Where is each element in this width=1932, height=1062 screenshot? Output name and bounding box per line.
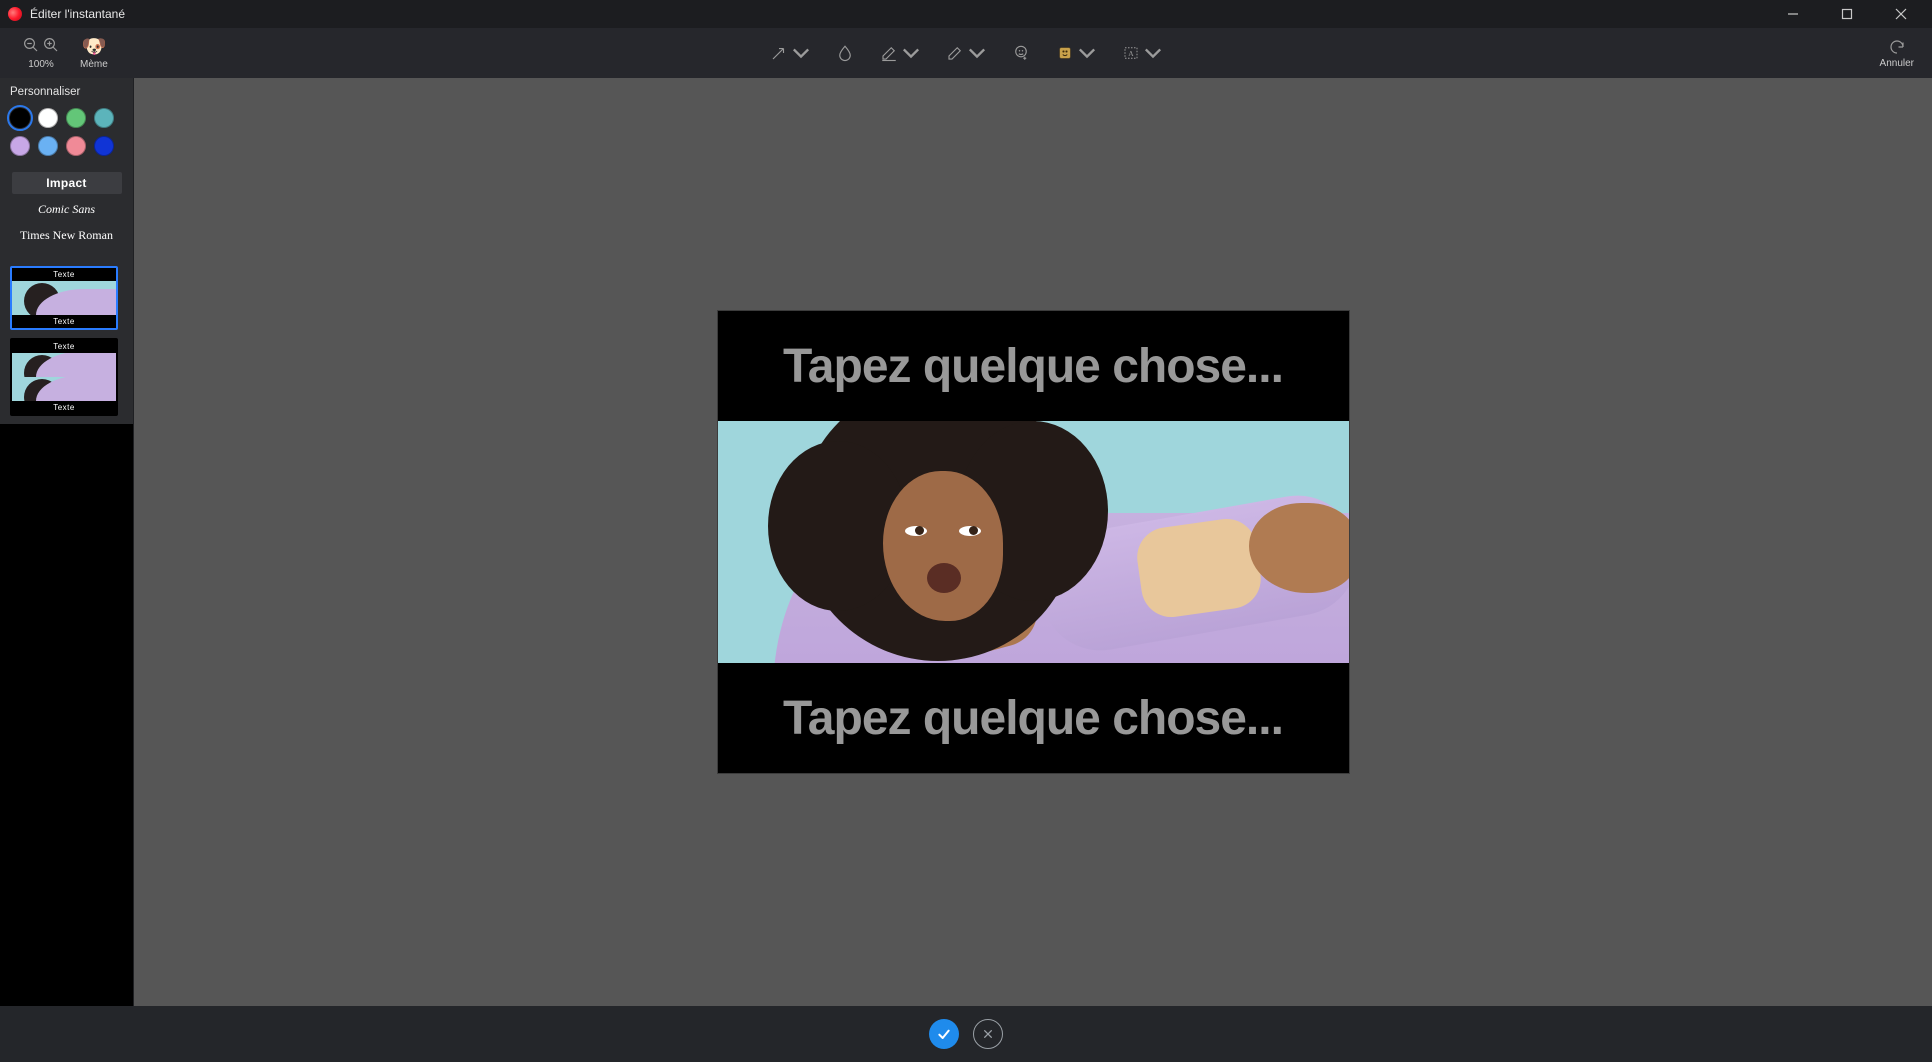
color-swatch-blue[interactable] bbox=[94, 136, 114, 156]
bottom-bar bbox=[0, 1006, 1932, 1062]
titlebar: Éditer l'instantané bbox=[0, 0, 1932, 28]
font-option-comic-sans[interactable]: Comic Sans bbox=[12, 198, 122, 220]
close-button[interactable] bbox=[1878, 0, 1924, 28]
meme-text-bottom[interactable]: Tapez quelque chose... bbox=[718, 663, 1349, 773]
font-option-times[interactable]: Times New Roman bbox=[12, 224, 122, 246]
layout-option-stacked[interactable]: Texte Texte bbox=[10, 338, 118, 416]
svg-text:A: A bbox=[1128, 49, 1134, 58]
color-swatch-lavender[interactable] bbox=[10, 136, 30, 156]
color-swatch-teal[interactable] bbox=[94, 108, 114, 128]
blur-tool[interactable] bbox=[836, 44, 854, 62]
cancel-button[interactable] bbox=[973, 1019, 1003, 1049]
color-swatch-lightblue[interactable] bbox=[38, 136, 58, 156]
undo-group[interactable]: Annuler bbox=[1880, 38, 1932, 69]
doge-icon: 🐶 bbox=[81, 37, 106, 57]
confirm-button[interactable] bbox=[929, 1019, 959, 1049]
meme-canvas[interactable]: Tapez quelque chose... Tapez quelque cho… bbox=[718, 311, 1349, 773]
meme-label: Mème bbox=[80, 59, 108, 70]
font-list: Impact Comic Sans Times New Roman bbox=[0, 160, 133, 258]
color-swatch-white[interactable] bbox=[38, 108, 58, 128]
layout-list: Texte Texte Texte Texte bbox=[0, 258, 133, 424]
selfie-tool[interactable] bbox=[1012, 44, 1030, 62]
layout-text-top: Texte bbox=[12, 268, 116, 281]
color-row-1 bbox=[0, 104, 133, 132]
toolbar: 100% 🐶 Mème A bbox=[0, 28, 1932, 78]
layout-text-top: Texte bbox=[12, 340, 116, 353]
zoom-group: 100% bbox=[16, 28, 66, 78]
layout-option-top-bottom[interactable]: Texte Texte bbox=[10, 266, 118, 330]
meme-image bbox=[718, 421, 1349, 663]
color-swatch-green[interactable] bbox=[66, 108, 86, 128]
layout-image bbox=[12, 281, 116, 315]
layout-image bbox=[12, 377, 116, 401]
workspace: Personnaliser Impact Comic Sans Times Ne… bbox=[0, 78, 1932, 1006]
pencil-highlight-tool[interactable] bbox=[880, 44, 920, 62]
meme-text-top[interactable]: Tapez quelque chose... bbox=[718, 311, 1349, 421]
maximize-button[interactable] bbox=[1824, 0, 1870, 28]
arrow-tool[interactable] bbox=[770, 44, 810, 62]
font-option-impact[interactable]: Impact bbox=[12, 172, 122, 194]
sidebar-empty bbox=[0, 424, 133, 1006]
zoom-in-button[interactable] bbox=[42, 36, 60, 57]
meme-tool[interactable]: 🐶 Mème bbox=[74, 28, 114, 78]
layout-image bbox=[12, 353, 116, 377]
pencil-draw-tool[interactable] bbox=[946, 44, 986, 62]
zoom-label: 100% bbox=[28, 59, 54, 70]
sticker-tool[interactable] bbox=[1056, 44, 1096, 62]
color-swatch-black[interactable] bbox=[10, 108, 30, 128]
sidebar: Personnaliser Impact Comic Sans Times Ne… bbox=[0, 78, 134, 1006]
layout-text-bottom: Texte bbox=[12, 401, 116, 414]
layout-text-bottom: Texte bbox=[12, 315, 116, 328]
opera-logo bbox=[8, 7, 22, 21]
text-tool[interactable]: A bbox=[1122, 44, 1162, 62]
color-swatch-pink[interactable] bbox=[66, 136, 86, 156]
canvas-area: Tapez quelque chose... Tapez quelque cho… bbox=[134, 78, 1932, 1006]
sidebar-title: Personnaliser bbox=[0, 78, 133, 104]
zoom-out-button[interactable] bbox=[22, 36, 40, 57]
window-title: Éditer l'instantané bbox=[30, 7, 125, 21]
undo-label: Annuler bbox=[1880, 58, 1914, 69]
minimize-button[interactable] bbox=[1770, 0, 1816, 28]
undo-icon bbox=[1888, 38, 1906, 56]
color-row-2 bbox=[0, 132, 133, 160]
